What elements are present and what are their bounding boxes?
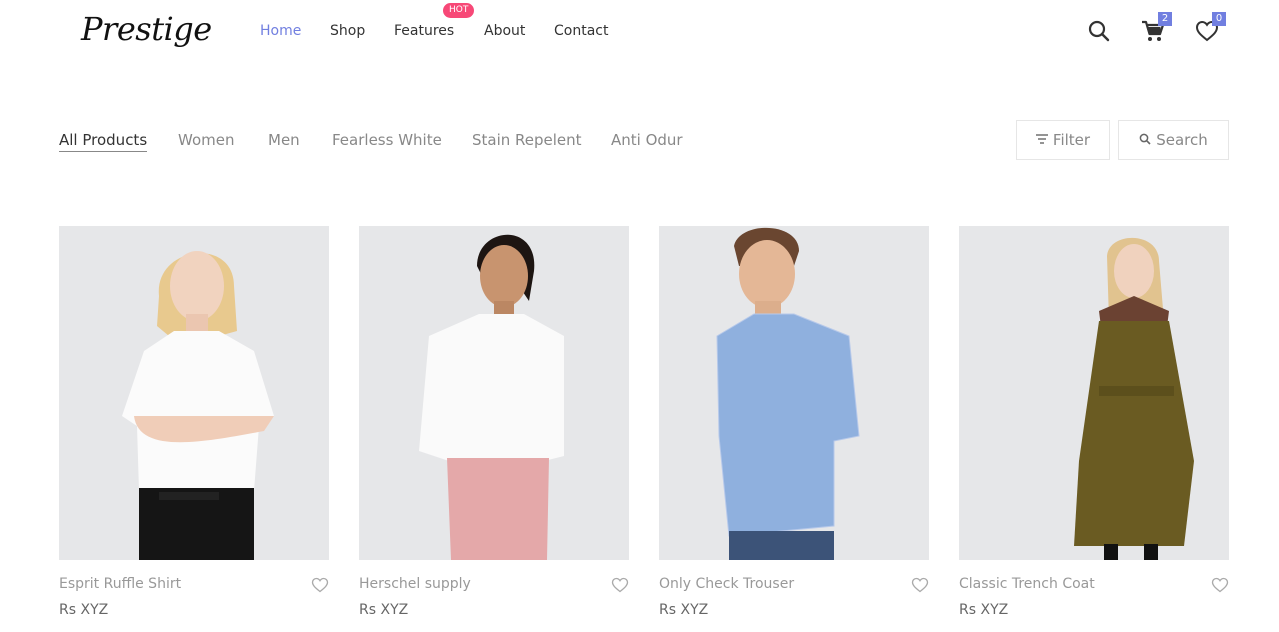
product-name[interactable]: Esprit Ruffle Shirt — [59, 575, 181, 593]
filter-icon — [1035, 134, 1048, 144]
category-men[interactable]: Men — [268, 130, 300, 150]
product-card: Classic Trench Coat Rs XYZ — [959, 226, 1229, 626]
product-price: Rs XYZ — [59, 602, 109, 618]
nav-home[interactable]: Home — [260, 21, 301, 41]
wishlist-button[interactable]: 0 — [1194, 12, 1226, 44]
product-card: Only Check Trouser Rs XYZ — [659, 226, 929, 626]
category-anti-odur[interactable]: Anti Odur — [611, 130, 683, 150]
site-header: Prestige Home Shop Features About Contac… — [0, 0, 1279, 62]
search-label: Search — [1156, 131, 1208, 149]
product-image[interactable] — [959, 226, 1229, 560]
product-image[interactable] — [659, 226, 929, 560]
nav-contact[interactable]: Contact — [554, 21, 608, 41]
wishlist-heart-icon[interactable] — [911, 576, 929, 594]
wishlist-heart-icon[interactable] — [611, 576, 629, 594]
product-card: Herschel supply Rs XYZ — [359, 226, 629, 626]
product-name[interactable]: Classic Trench Coat — [959, 575, 1095, 593]
filter-button[interactable]: Filter — [1016, 120, 1110, 160]
product-image[interactable] — [59, 226, 329, 560]
wishlist-heart-icon[interactable] — [1211, 576, 1229, 594]
nav-about[interactable]: About — [484, 21, 525, 41]
product-name[interactable]: Only Check Trouser — [659, 575, 794, 593]
nav-shop[interactable]: Shop — [330, 21, 365, 41]
wishlist-count-badge: 0 — [1212, 12, 1226, 26]
nav-features[interactable]: Features — [394, 21, 454, 41]
product-image[interactable] — [359, 226, 629, 560]
product-card: Esprit Ruffle Shirt Rs XYZ — [59, 226, 329, 626]
category-stain-repelent[interactable]: Stain Repelent — [472, 130, 582, 150]
cart-count-badge: 2 — [1158, 12, 1172, 26]
cart-button[interactable]: 2 — [1140, 12, 1172, 44]
category-all-products[interactable]: All Products — [59, 130, 148, 152]
wishlist-heart-icon[interactable] — [311, 576, 329, 594]
product-price: Rs XYZ — [359, 602, 409, 618]
category-filter-bar: All Products Women Men Fearless White St… — [0, 118, 1279, 162]
search-icon[interactable] — [1086, 18, 1112, 44]
hot-badge: HOT — [443, 3, 475, 18]
category-fearless-white[interactable]: Fearless White — [332, 130, 442, 150]
filter-label: Filter — [1052, 131, 1091, 149]
search-icon — [1139, 133, 1151, 145]
product-price: Rs XYZ — [659, 602, 709, 618]
logo[interactable]: Prestige — [81, 6, 212, 52]
product-name[interactable]: Herschel supply — [359, 575, 471, 593]
product-price: Rs XYZ — [959, 602, 1009, 618]
category-women[interactable]: Women — [178, 130, 234, 150]
search-toggle-button[interactable]: Search — [1118, 120, 1229, 160]
